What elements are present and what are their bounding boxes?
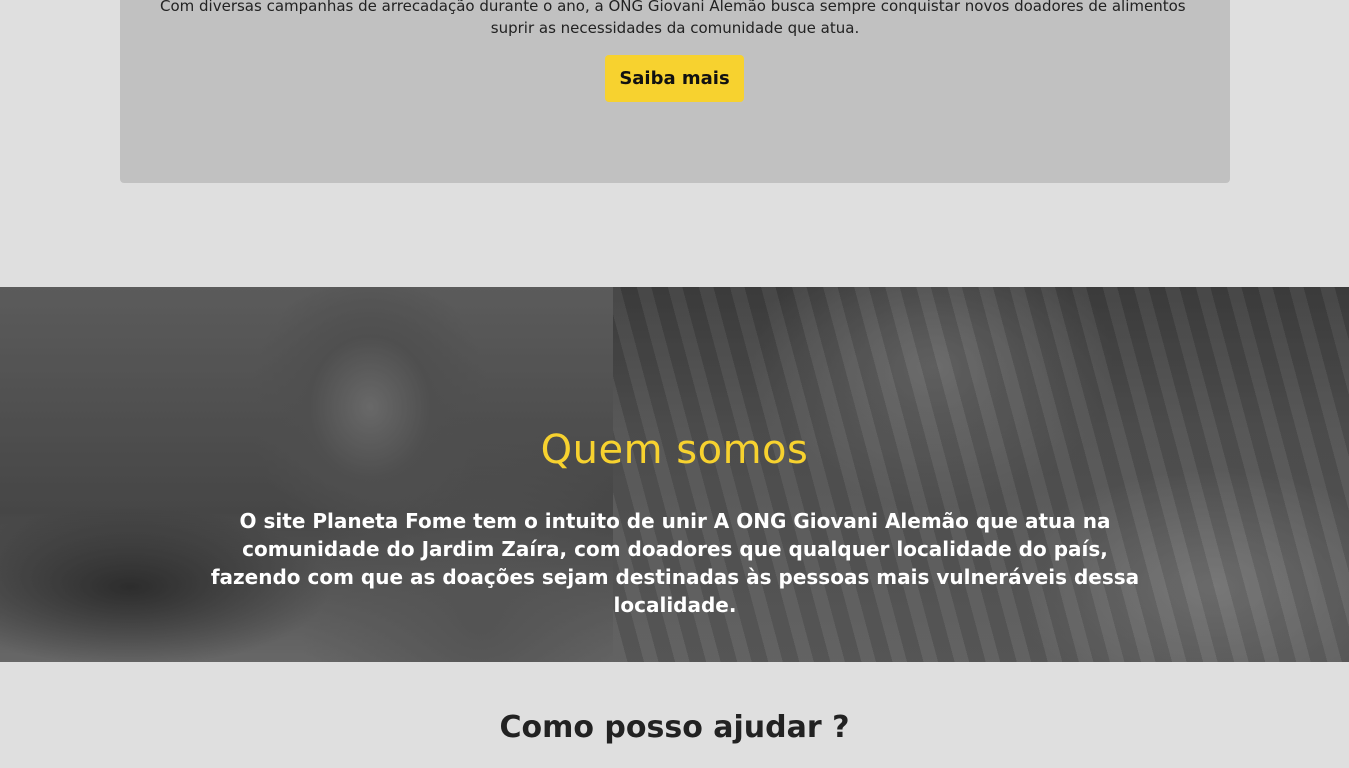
quem-somos-section: Quem somos O site Planeta Fome tem o int… (0, 287, 1349, 662)
info-card: Com diversas campanhas de arrecadação du… (120, 0, 1230, 183)
quem-somos-title: Quem somos (540, 427, 809, 473)
info-card-text: Com diversas campanhas de arrecadação du… (120, 0, 1230, 39)
saiba-mais-button[interactable]: Saiba mais (605, 55, 744, 102)
info-card-text-line2: suprir as necessidades da comunidade que… (490, 19, 860, 37)
page: Com diversas campanhas de arrecadação du… (0, 0, 1349, 768)
quem-somos-text: O site Planeta Fome tem o intuito de uni… (210, 509, 1140, 617)
info-card-text-line1: Com diversas campanhas de arrecadação du… (160, 0, 1190, 15)
como-posso-ajudar-title: Como posso ajudar ? (499, 710, 850, 745)
